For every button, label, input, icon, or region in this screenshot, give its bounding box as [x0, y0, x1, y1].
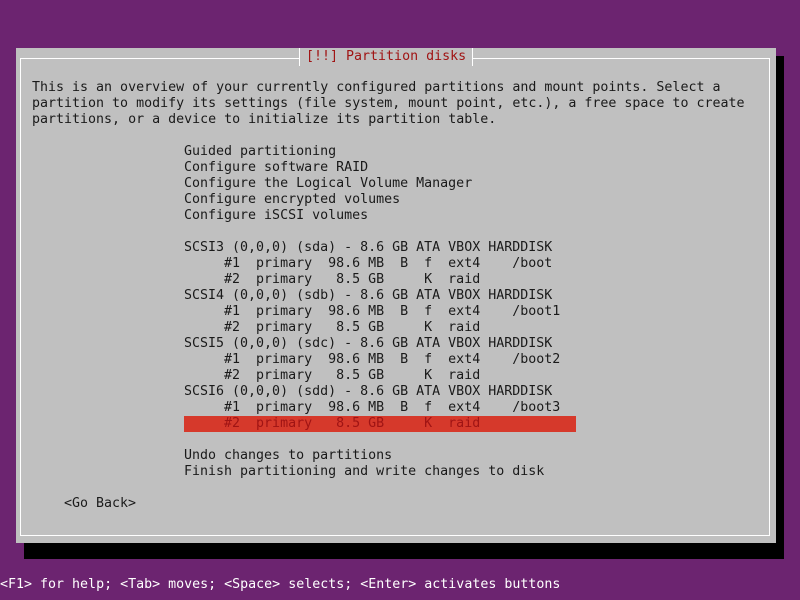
- partition-sdb-1[interactable]: #1 primary 98.6 MB B f ext4 /boot1: [184, 304, 560, 320]
- menu-item-configure-encrypted-volumes[interactable]: Configure encrypted volumes: [184, 192, 400, 208]
- partition-sdd-1[interactable]: #1 primary 98.6 MB B f ext4 /boot3: [184, 400, 560, 416]
- menu-item-guided-partitioning[interactable]: Guided partitioning: [184, 144, 336, 160]
- disk-sdd[interactable]: SCSI6 (0,0,0) (sdd) - 8.6 GB ATA VBOX HA…: [184, 384, 552, 400]
- partition-sdb-2[interactable]: #2 primary 8.5 GB K raid: [184, 320, 480, 336]
- disk-sda[interactable]: SCSI3 (0,0,0) (sda) - 8.6 GB ATA VBOX HA…: [184, 240, 552, 256]
- partition-disks-dialog: [!!] Partition disks This is an overview…: [16, 48, 776, 543]
- go-back-button[interactable]: <Go Back>: [64, 496, 136, 512]
- menu-item-configure-software-raid[interactable]: Configure software RAID: [184, 160, 368, 176]
- dialog-title: [!!] Partition disks: [299, 48, 474, 66]
- status-bar: <F1> for help; <Tab> moves; <Space> sele…: [0, 577, 561, 592]
- menu-item-undo-changes[interactable]: Undo changes to partitions: [184, 448, 392, 464]
- disk-sdb[interactable]: SCSI4 (0,0,0) (sdb) - 8.6 GB ATA VBOX HA…: [184, 288, 552, 304]
- menu-item-configure-lvm[interactable]: Configure the Logical Volume Manager: [184, 176, 472, 192]
- description-line-1: This is an overview of your currently co…: [32, 80, 721, 95]
- partition-sda-2[interactable]: #2 primary 8.5 GB K raid: [184, 272, 480, 288]
- partition-sda-1[interactable]: #1 primary 98.6 MB B f ext4 /boot: [184, 256, 552, 272]
- partition-sdc-2[interactable]: #2 primary 8.5 GB K raid: [184, 368, 480, 384]
- partition-sdc-1[interactable]: #1 primary 98.6 MB B f ext4 /boot2: [184, 352, 560, 368]
- partition-sdd-2-selected[interactable]: #2 primary 8.5 GB K raid: [184, 416, 576, 432]
- menu-item-configure-iscsi-volumes[interactable]: Configure iSCSI volumes: [184, 208, 368, 224]
- description-line-3: partitions, or a device to initialize it…: [32, 112, 497, 127]
- menu-item-finish-partitioning[interactable]: Finish partitioning and write changes to…: [184, 464, 544, 480]
- disk-sdc[interactable]: SCSI5 (0,0,0) (sdc) - 8.6 GB ATA VBOX HA…: [184, 336, 552, 352]
- description-line-2: partition to modify its settings (file s…: [32, 96, 745, 111]
